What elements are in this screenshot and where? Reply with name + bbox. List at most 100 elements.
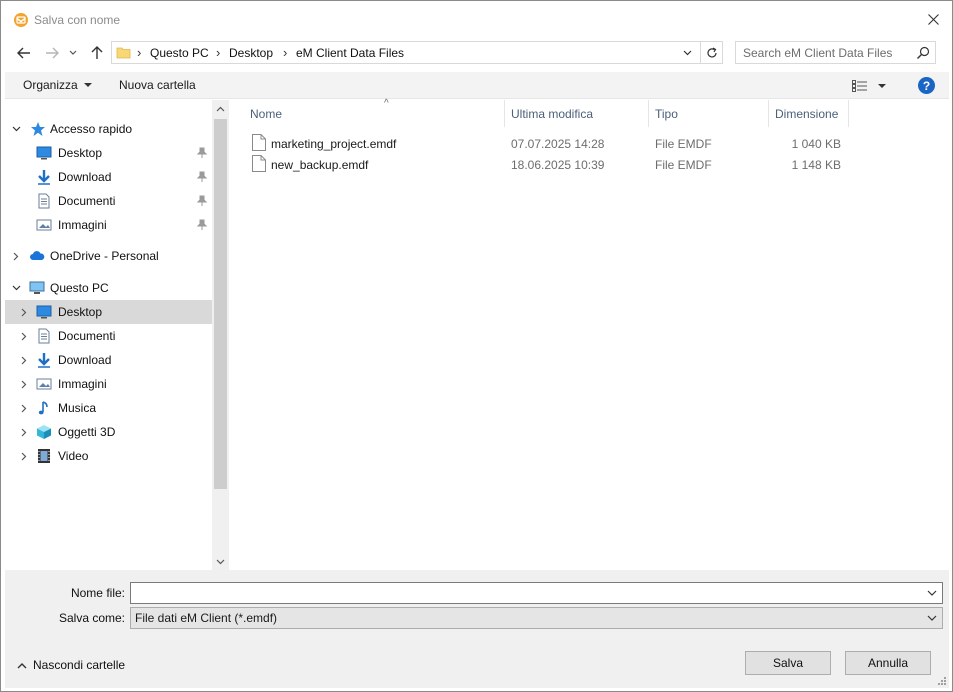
command-bar: Organizza Nuova cartella ? — [5, 72, 949, 99]
file-size: 1 148 KB — [791, 158, 841, 172]
file-row[interactable]: marketing_project.emdf 07.07.2025 14:28 … — [244, 133, 841, 154]
resize-grip-icon[interactable] — [937, 676, 947, 686]
refresh-button[interactable] — [700, 42, 722, 63]
column-header-label: Ultima modifica — [511, 106, 594, 121]
pin-icon[interactable] — [197, 219, 207, 231]
chevron-right-icon[interactable] — [19, 427, 29, 437]
search-box[interactable] — [735, 41, 936, 64]
nav-quick-desktop[interactable]: Desktop — [5, 141, 212, 165]
filename-input[interactable] — [131, 583, 921, 603]
recent-locations-button[interactable] — [66, 42, 80, 64]
up-button[interactable] — [86, 42, 108, 64]
filename-field[interactable] — [130, 582, 943, 604]
3d-objects-icon — [37, 425, 51, 439]
pin-icon[interactable] — [197, 147, 207, 159]
nav-pc-pictures[interactable]: Immagini — [5, 372, 212, 396]
nav-label: Accesso rapido — [50, 122, 133, 136]
details-view-icon — [852, 80, 867, 92]
nav-pc-documents[interactable]: Documenti — [5, 324, 212, 348]
chevron-right-icon[interactable] — [19, 331, 29, 341]
nav-quick-access[interactable]: Accesso rapido — [5, 117, 212, 141]
nav-quick-download[interactable]: Download — [5, 165, 212, 189]
save-button[interactable]: Salva — [745, 651, 831, 675]
organize-button[interactable]: Organizza — [23, 78, 92, 92]
scrollbar-thumb[interactable] — [214, 119, 227, 489]
save-as-type-value: File dati eM Client (*.emdf) — [135, 611, 278, 625]
chevron-right-icon[interactable] — [19, 307, 29, 317]
breadcrumb-desktop[interactable]: Desktop — [229, 46, 273, 60]
nav-onedrive[interactable]: OneDrive - Personal — [5, 244, 212, 268]
pin-icon[interactable] — [197, 171, 207, 183]
nav-quick-documents[interactable]: Documenti — [5, 189, 212, 213]
new-folder-button[interactable]: Nuova cartella — [119, 78, 196, 92]
navigation-pane: Accesso rapido Desktop Download Document… — [5, 100, 229, 570]
save-as-type-select[interactable]: File dati eM Client (*.emdf) — [130, 607, 943, 629]
hide-folders-toggle[interactable]: Nascondi cartelle — [17, 658, 125, 672]
chevron-down-icon[interactable] — [11, 124, 21, 134]
column-header-type[interactable]: Tipo — [649, 100, 769, 127]
cancel-button[interactable]: Annulla — [845, 651, 931, 675]
back-button[interactable] — [13, 42, 35, 64]
nav-pc-3d-objects[interactable]: Oggetti 3D — [5, 420, 212, 444]
close-icon — [927, 13, 939, 25]
nav-label: Download — [58, 170, 112, 184]
nav-pc-music[interactable]: Musica — [5, 396, 212, 420]
nav-label: Documenti — [58, 329, 116, 343]
column-header-size[interactable]: Dimensione — [769, 100, 849, 127]
arrow-up-icon — [91, 46, 103, 59]
star-icon — [31, 122, 45, 136]
file-icon — [252, 134, 266, 151]
scroll-down-button[interactable] — [212, 553, 229, 570]
nav-label: Oggetti 3D — [58, 425, 116, 439]
breadcrumb-em-client-data-files[interactable]: eM Client Data Files — [296, 46, 404, 60]
address-bar[interactable]: › Questo PC › Desktop › eM Client Data F… — [111, 41, 723, 64]
chevron-up-icon — [17, 662, 27, 668]
nav-pc-download[interactable]: Download — [5, 348, 212, 372]
chevron-down-icon — [216, 559, 225, 564]
breadcrumb-questo-pc[interactable]: Questo PC — [150, 46, 209, 60]
chevron-right-icon[interactable] — [19, 355, 29, 365]
file-size: 1 040 KB — [791, 137, 841, 151]
column-header-modified[interactable]: Ultima modifica — [505, 100, 649, 127]
scroll-up-button[interactable] — [212, 100, 229, 117]
close-button[interactable] — [918, 6, 948, 32]
folder-icon — [116, 47, 131, 59]
window-title: Salva con nome — [34, 13, 121, 27]
help-button[interactable]: ? — [918, 77, 935, 94]
hide-folders-label: Nascondi cartelle — [33, 658, 126, 672]
file-row[interactable]: new_backup.emdf 18.06.2025 10:39 File EM… — [244, 154, 841, 175]
chevron-right-icon[interactable] — [19, 451, 29, 461]
download-icon — [38, 353, 50, 368]
address-history-button[interactable] — [678, 42, 696, 63]
chevron-right-icon[interactable] — [19, 403, 29, 413]
chevron-right-icon[interactable] — [19, 379, 29, 389]
forward-button[interactable] — [41, 42, 63, 64]
refresh-icon — [706, 46, 717, 57]
navigation-scrollbar[interactable] — [212, 100, 229, 570]
nav-pc-desktop[interactable]: Desktop — [5, 300, 212, 324]
chevron-right-icon[interactable] — [11, 251, 21, 261]
chevron-down-icon[interactable] — [11, 283, 21, 293]
nav-label: Musica — [58, 401, 97, 415]
file-name: new_backup.emdf — [271, 158, 369, 172]
em-client-logo-icon — [14, 13, 28, 27]
nav-label: Immagini — [58, 218, 107, 232]
column-header-name[interactable]: ^ Nome — [244, 98, 505, 127]
pictures-icon — [36, 219, 52, 231]
nav-quick-pictures[interactable]: Immagini — [5, 213, 212, 237]
filename-label: Nome file: — [70, 586, 125, 600]
search-input[interactable] — [736, 42, 911, 63]
file-modified: 18.06.2025 10:39 — [511, 158, 605, 172]
nav-pc-video[interactable]: Video — [5, 444, 212, 468]
documents-icon — [38, 193, 50, 209]
pin-icon[interactable] — [197, 195, 207, 207]
nav-label: Download — [58, 353, 112, 367]
video-icon — [38, 449, 50, 463]
arrow-right-icon — [46, 47, 59, 59]
nav-this-pc[interactable]: Questo PC — [5, 276, 212, 300]
change-view-button[interactable] — [852, 77, 894, 95]
nav-label: Video — [58, 449, 89, 463]
breadcrumb-separator: › — [283, 45, 288, 60]
chevron-down-icon[interactable] — [926, 586, 938, 600]
desktop-icon — [36, 305, 52, 319]
